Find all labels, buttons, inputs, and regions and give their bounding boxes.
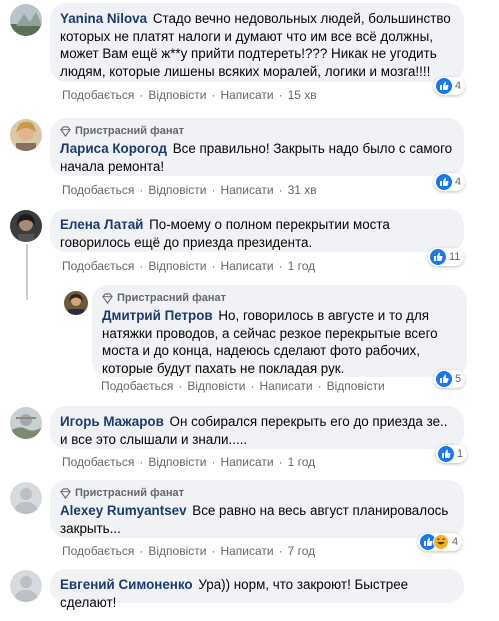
- reply-button[interactable]: Відповісти: [148, 183, 206, 197]
- comment-bubble: Елена Латай По-моему о полном перекрытии…: [50, 209, 464, 252]
- like-icon: [436, 371, 452, 387]
- reaction-number: 4: [452, 536, 459, 548]
- comment-text: Игорь Мажаров Он собирался перекрыть его…: [60, 413, 454, 448]
- diamond-icon: [60, 487, 71, 499]
- like-icon: [436, 78, 452, 94]
- badge-label: Пристрасний фанат: [75, 125, 184, 137]
- author-name[interactable]: Евгений Симоненко: [60, 577, 193, 592]
- avatar[interactable]: [10, 482, 42, 514]
- reply-button[interactable]: Відповісти: [148, 544, 206, 558]
- comment-text: Yanina Nilova Стадо вечно недовольных лю…: [60, 10, 454, 80]
- reaction-number: 1: [457, 448, 464, 460]
- reaction-number: 11: [449, 251, 461, 263]
- comment-bubble: Игорь Мажаров Он собирался перекрыть его…: [50, 406, 464, 449]
- comment-text: Елена Латай По-моему о полном перекрытии…: [60, 216, 454, 251]
- timestamp[interactable]: 1 год: [288, 455, 316, 469]
- comment-actions: Подобається · Відповісти · Написати · 31 хв: [62, 183, 317, 197]
- comment-bubble: Yanina Nilova Стадо вечно недовольных лю…: [50, 3, 464, 82]
- timestamp[interactable]: 7 год: [288, 544, 316, 558]
- like-icon: [438, 446, 454, 462]
- comment-bubble: Пристрасний фанат Лариса Корогод Все пра…: [50, 118, 464, 176]
- comment-actions: Подобається · Відповісти · Написати · 1 год: [62, 259, 316, 273]
- author-name[interactable]: Елена Латай: [60, 217, 143, 232]
- reaction-count[interactable]: 1: [436, 445, 468, 463]
- author-name[interactable]: Игорь Мажаров: [60, 414, 164, 429]
- reaction-count[interactable]: 5: [434, 370, 466, 388]
- comment-text: Alexey Rumyantsev Все равно на весь авгу…: [60, 502, 454, 537]
- like-button[interactable]: Подобається: [62, 544, 134, 558]
- badge-label: Пристрасний фанат: [75, 487, 184, 499]
- haha-icon: [433, 534, 449, 550]
- comment-actions: Подобається · Відповісти · Написати · Відповіс…: [101, 379, 385, 393]
- avatar[interactable]: [10, 570, 42, 602]
- like-button[interactable]: Подобається: [101, 379, 173, 393]
- comment-bubble: Евгений Симоненко Ура)) норм, что закрою…: [50, 569, 464, 610]
- write-button[interactable]: Написати: [220, 183, 273, 197]
- comment-text: Дмитрий Петров Но, говорилось в августе …: [102, 307, 457, 377]
- reaction-number: 4: [455, 176, 462, 188]
- like-icon: [436, 174, 452, 190]
- reaction-count[interactable]: 4: [434, 77, 466, 95]
- comment-actions: Подобається · Відповісти · Написати · 1 год: [62, 455, 316, 469]
- author-name[interactable]: Лариса Корогод: [60, 141, 167, 156]
- diamond-icon: [60, 125, 71, 137]
- write-button[interactable]: Написати: [220, 88, 273, 102]
- avatar[interactable]: [10, 119, 42, 151]
- write-button[interactable]: Написати: [220, 259, 273, 273]
- author-name[interactable]: Alexey Rumyantsev: [60, 503, 187, 518]
- write-button[interactable]: Написати: [220, 455, 273, 469]
- like-button[interactable]: Подобається: [62, 183, 134, 197]
- diamond-icon: [102, 292, 113, 304]
- avatar[interactable]: [64, 291, 88, 315]
- comment-bubble: Пристрасний фанат Дмитрий Петров Но, гов…: [92, 285, 467, 377]
- thread-line: [26, 244, 28, 300]
- timestamp[interactable]: 31 хв: [288, 183, 317, 197]
- comment-text: Евгений Симоненко Ура)) норм, что закрою…: [60, 576, 454, 611]
- reply-button-2[interactable]: Відповісти: [327, 379, 385, 393]
- like-button[interactable]: Подобається: [62, 88, 134, 102]
- reply-button[interactable]: Відповісти: [148, 259, 206, 273]
- reaction-number: 4: [455, 80, 462, 92]
- timestamp[interactable]: 15 хв: [288, 88, 317, 102]
- like-button[interactable]: Подобається: [62, 259, 134, 273]
- fan-badge: Пристрасний фанат: [102, 292, 457, 304]
- reaction-number: 5: [455, 373, 462, 385]
- reaction-count[interactable]: 4: [434, 173, 466, 191]
- like-icon: [430, 249, 446, 265]
- fan-badge: Пристрасний фанат: [60, 125, 454, 137]
- timestamp[interactable]: 1 год: [288, 259, 316, 273]
- write-button[interactable]: Написати: [259, 379, 312, 393]
- comment-bubble: Пристрасний фанат Alexey Rumyantsev Все …: [50, 480, 464, 538]
- reply-button[interactable]: Відповісти: [148, 88, 206, 102]
- write-button[interactable]: Написати: [220, 544, 273, 558]
- comment-actions: Подобається · Відповісти · Написати · 7 год: [62, 544, 316, 558]
- author-name[interactable]: Yanina Nilova: [60, 11, 147, 26]
- fan-badge: Пристрасний фанат: [60, 487, 454, 499]
- reaction-count[interactable]: 11: [428, 248, 465, 266]
- comment-text: Лариса Корогод Все правильно! Закрыть на…: [60, 140, 454, 175]
- avatar[interactable]: [10, 210, 42, 242]
- reply-button[interactable]: Відповісти: [148, 455, 206, 469]
- reaction-count[interactable]: 4: [418, 533, 463, 551]
- reply-button[interactable]: Відповісти: [187, 379, 245, 393]
- like-button[interactable]: Подобається: [62, 455, 134, 469]
- avatar[interactable]: [10, 4, 42, 36]
- comment-actions: Подобається · Відповісти · Написати · 15 хв: [62, 88, 317, 102]
- badge-label: Пристрасний фанат: [117, 292, 226, 304]
- avatar[interactable]: [10, 407, 42, 439]
- author-name[interactable]: Дмитрий Петров: [102, 308, 213, 323]
